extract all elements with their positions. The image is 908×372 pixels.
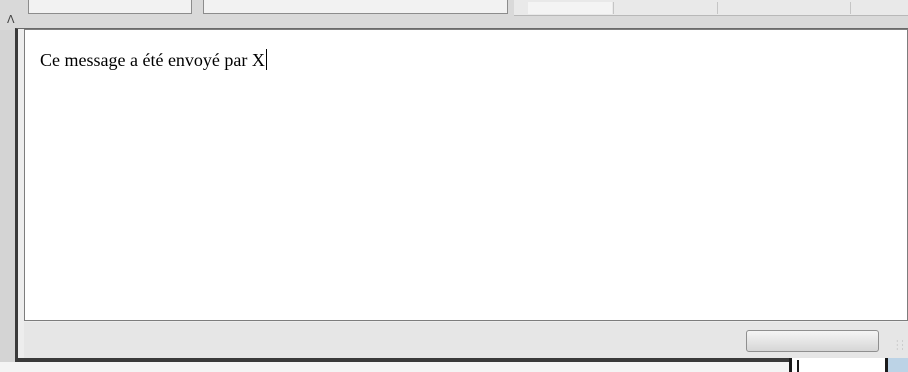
background-area (0, 362, 908, 372)
resize-grip-icon[interactable]: · · · · · · (896, 338, 906, 354)
background-edge (888, 358, 908, 372)
splitter-arrow-icon[interactable]: Λ (7, 13, 15, 26)
message-textarea[interactable]: Ce message a été envoyé par X (24, 29, 908, 321)
text-caret (265, 49, 267, 70)
tab-separator (717, 2, 718, 14)
top-tab-active[interactable] (528, 2, 612, 14)
top-input-field-2[interactable] (203, 0, 508, 14)
message-text-line: Ce message a été envoyé par X (40, 49, 267, 71)
background-panel (789, 358, 888, 372)
background-divider (797, 360, 799, 372)
top-input-field-1[interactable] (28, 0, 192, 14)
message-content: Ce message a été envoyé par X (40, 50, 265, 70)
tab-separator (613, 2, 614, 14)
send-button[interactable] (746, 330, 879, 352)
tab-separator (850, 2, 851, 14)
